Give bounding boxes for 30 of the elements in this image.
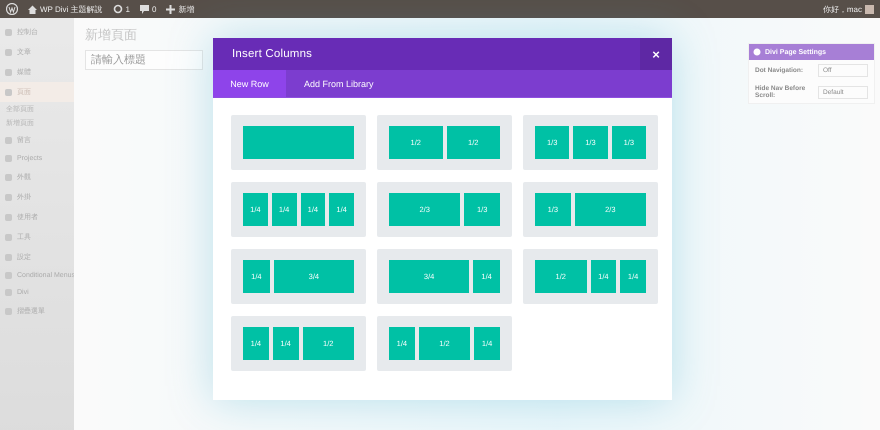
site-name-link[interactable]: WP Divi 主題解說 [40, 4, 103, 14]
menu-icon [5, 174, 12, 180]
menu-icon [5, 214, 12, 220]
tab[interactable]: Add From Library [286, 70, 392, 97]
avatar-icon[interactable] [865, 4, 874, 14]
menu-icon [5, 88, 12, 96]
menu-icon [5, 68, 12, 76]
modal-title: Insert Columns [231, 48, 314, 60]
update-count[interactable]: 1 [126, 4, 130, 14]
comment-count[interactable]: 0 [152, 4, 156, 14]
wordpress-logo-icon [6, 3, 18, 15]
menu-icon [5, 254, 12, 260]
menu-icon [5, 155, 12, 162]
menu-icon [5, 136, 12, 144]
new-link[interactable]: 新增 [178, 4, 194, 14]
menu-icon [5, 234, 12, 240]
menu-icon [5, 28, 12, 36]
menu-icon [5, 272, 12, 279]
tab[interactable]: New Row [213, 70, 286, 97]
title-input-field[interactable]: 請輸入標題 [85, 50, 203, 70]
menu-icon [5, 194, 12, 200]
menu-icon [5, 308, 12, 314]
home-icon [28, 4, 37, 14]
menu-icon [5, 48, 12, 56]
plus-icon [166, 4, 176, 14]
close-button[interactable]: × [640, 38, 672, 70]
menu-icon [5, 289, 12, 296]
greeting-link[interactable]: 你好，mac [822, 4, 862, 14]
comment-icon [140, 4, 149, 14]
divi-logo-icon [753, 48, 761, 56]
